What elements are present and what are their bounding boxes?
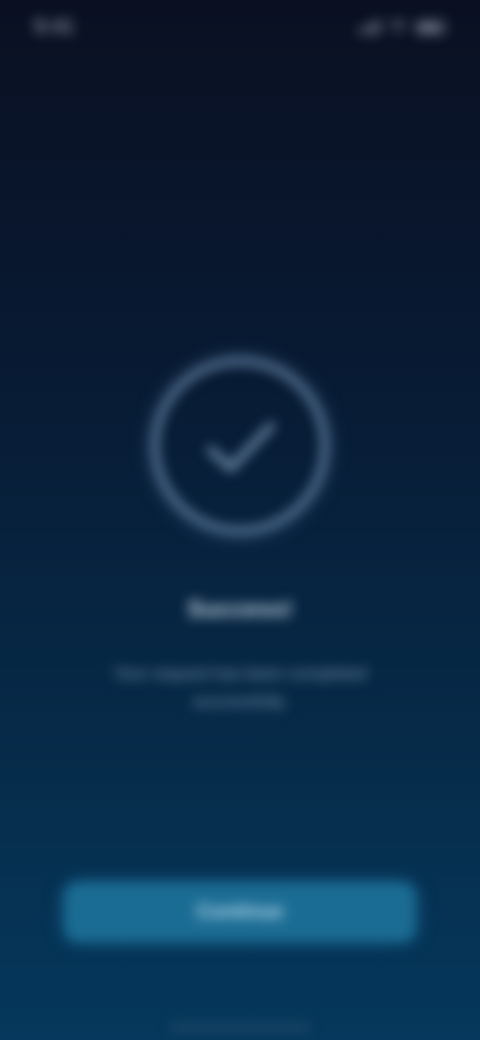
- status-time: 9:41: [34, 16, 75, 38]
- success-message: Your request has been completed successf…: [113, 664, 367, 711]
- success-screen: 9:41 Success! Your request has been comp…: [0, 0, 480, 1040]
- status-bar: 9:41: [0, 0, 480, 60]
- signal-icon: [358, 20, 380, 34]
- battery-icon: [416, 20, 446, 34]
- wifi-icon: [388, 20, 408, 34]
- success-title: Success!: [187, 596, 293, 623]
- checkmark-circle-icon: [152, 358, 328, 534]
- continue-button[interactable]: Continue: [64, 882, 416, 942]
- checkmark-icon: [206, 422, 275, 472]
- status-icons: [358, 20, 446, 34]
- home-indicator[interactable]: [170, 1025, 310, 1030]
